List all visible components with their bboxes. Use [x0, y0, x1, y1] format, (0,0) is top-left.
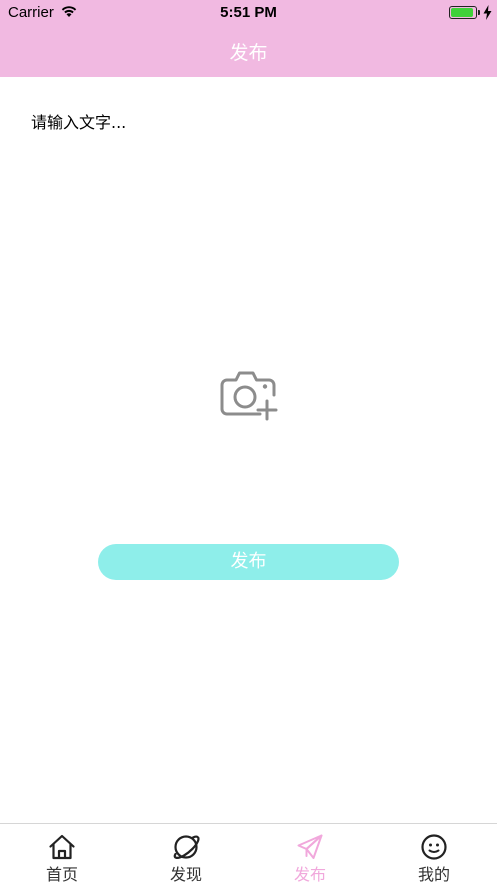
- charging-bolt-icon: [483, 5, 492, 20]
- add-photo-button[interactable]: [220, 368, 278, 422]
- tab-me[interactable]: 我的: [372, 824, 496, 883]
- tab-home-label: 首页: [45, 865, 78, 883]
- tab-bar: 首页 发现 发布 我的: [0, 823, 497, 883]
- battery-tip: [478, 10, 480, 15]
- paper-plane-icon: [297, 834, 323, 859]
- tab-discover[interactable]: 发现: [124, 824, 248, 883]
- smiley-icon: [421, 834, 447, 860]
- tab-discover-label: 发现: [169, 865, 202, 883]
- clock: 5:51 PM: [220, 4, 277, 21]
- publish-button[interactable]: 发布: [98, 544, 399, 580]
- tab-publish-label: 发布: [293, 865, 326, 883]
- status-bar: Carrier 5:51 PM: [0, 0, 497, 26]
- post-text-input[interactable]: [31, 110, 471, 134]
- page-title: 发布: [229, 42, 268, 64]
- tab-me-label: 我的: [417, 865, 450, 883]
- planet-icon: [173, 835, 200, 859]
- camera-plus-icon: [220, 371, 278, 421]
- battery-level: [451, 8, 473, 17]
- tab-home[interactable]: 首页: [0, 824, 124, 883]
- navigation-bar: 发布: [0, 26, 497, 77]
- battery-icon: [449, 6, 477, 19]
- home-icon: [49, 834, 75, 860]
- tab-publish[interactable]: 发布: [248, 824, 372, 883]
